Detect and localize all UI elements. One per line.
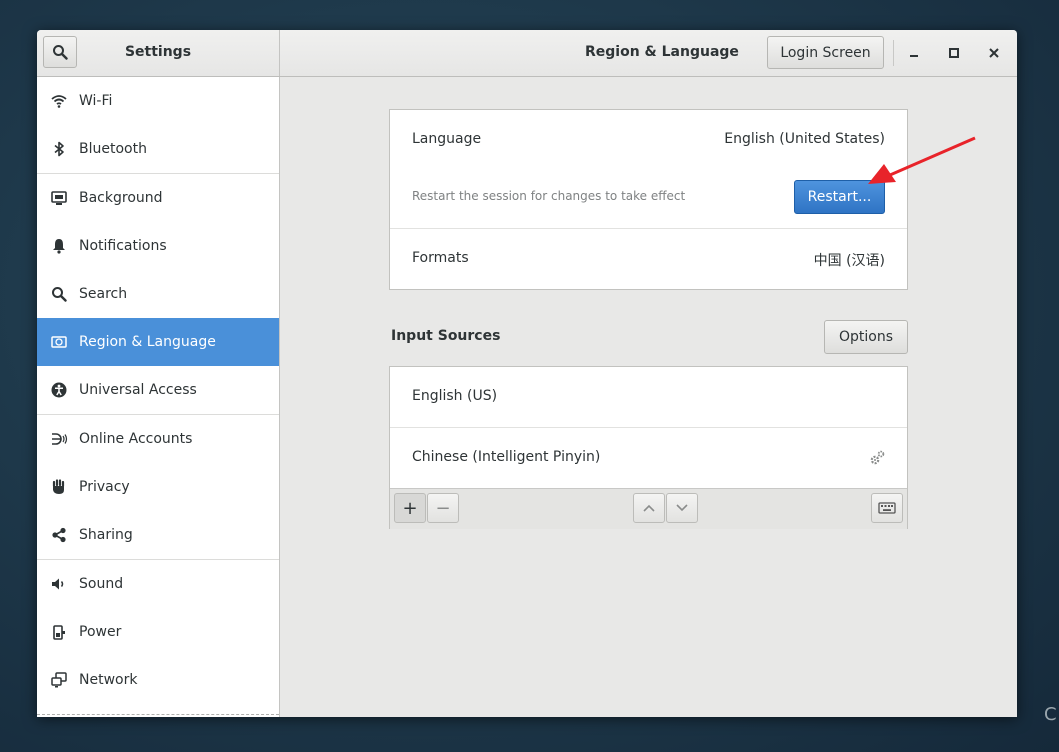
desktop-edge-glyph: C: [1044, 704, 1057, 725]
annotation-arrow: [868, 136, 976, 184]
